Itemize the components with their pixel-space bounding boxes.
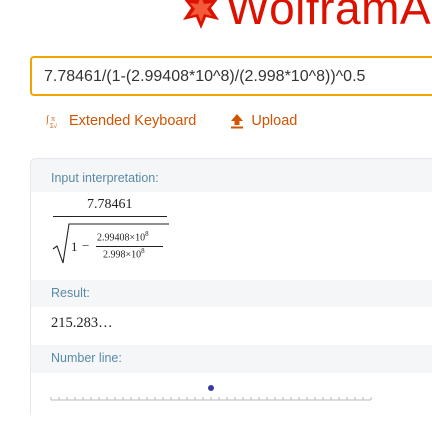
inner-numerator: 2.99408×108 xyxy=(97,230,149,244)
wolfram-logo[interactable]: WolframA xyxy=(178,0,432,34)
svg-text:π: π xyxy=(51,117,55,123)
math-keyboard-icon: ∫ π Σ√ xyxy=(46,114,58,129)
upload-icon xyxy=(231,114,244,129)
number-line-plot xyxy=(50,385,372,401)
svg-text:Σ√: Σ√ xyxy=(50,123,58,129)
inner-denominator: 2.998×108 xyxy=(103,247,145,261)
number-line-ticks xyxy=(50,397,372,400)
number-line-pod xyxy=(31,373,432,419)
formula-numerator: 7.78461 xyxy=(87,197,133,212)
input-interpretation-pod: 7.78461 1 − 2.99408×108 2.998×108 xyxy=(31,192,432,280)
extended-keyboard-button[interactable]: ∫ π Σ√ Extended Keyboard xyxy=(46,113,196,129)
logo-wordmark: WolframA xyxy=(226,0,432,34)
input-interpretation-title: Input interpretation: xyxy=(51,171,159,185)
results-panel: Input interpretation: 7.78461 1 − 2.9940… xyxy=(30,158,432,419)
radicand-minus: − xyxy=(82,238,90,253)
main-fraction-bar xyxy=(53,216,167,217)
result-title: Result: xyxy=(51,286,90,300)
radicand-one: 1 xyxy=(71,239,78,254)
number-line-point xyxy=(208,385,214,391)
wolfram-star-icon xyxy=(183,0,219,29)
input-toolbar: ∫ π Σ√ Extended Keyboard Upload xyxy=(46,113,331,129)
result-value: 215.283… xyxy=(51,315,113,331)
search-query-text[interactable]: 7.78461/(1-(2.99408*10^8)/(2.998*10^8))^… xyxy=(44,68,365,86)
search-input[interactable]: 7.78461/(1-(2.99408*10^8)/(2.998*10^8))^… xyxy=(30,56,432,96)
number-line-title: Number line: xyxy=(51,351,122,365)
result-pod: 215.283… xyxy=(31,307,432,345)
extended-keyboard-label: Extended Keyboard xyxy=(69,113,197,129)
upload-label: Upload xyxy=(251,113,298,129)
upload-button[interactable]: Upload xyxy=(230,113,297,129)
